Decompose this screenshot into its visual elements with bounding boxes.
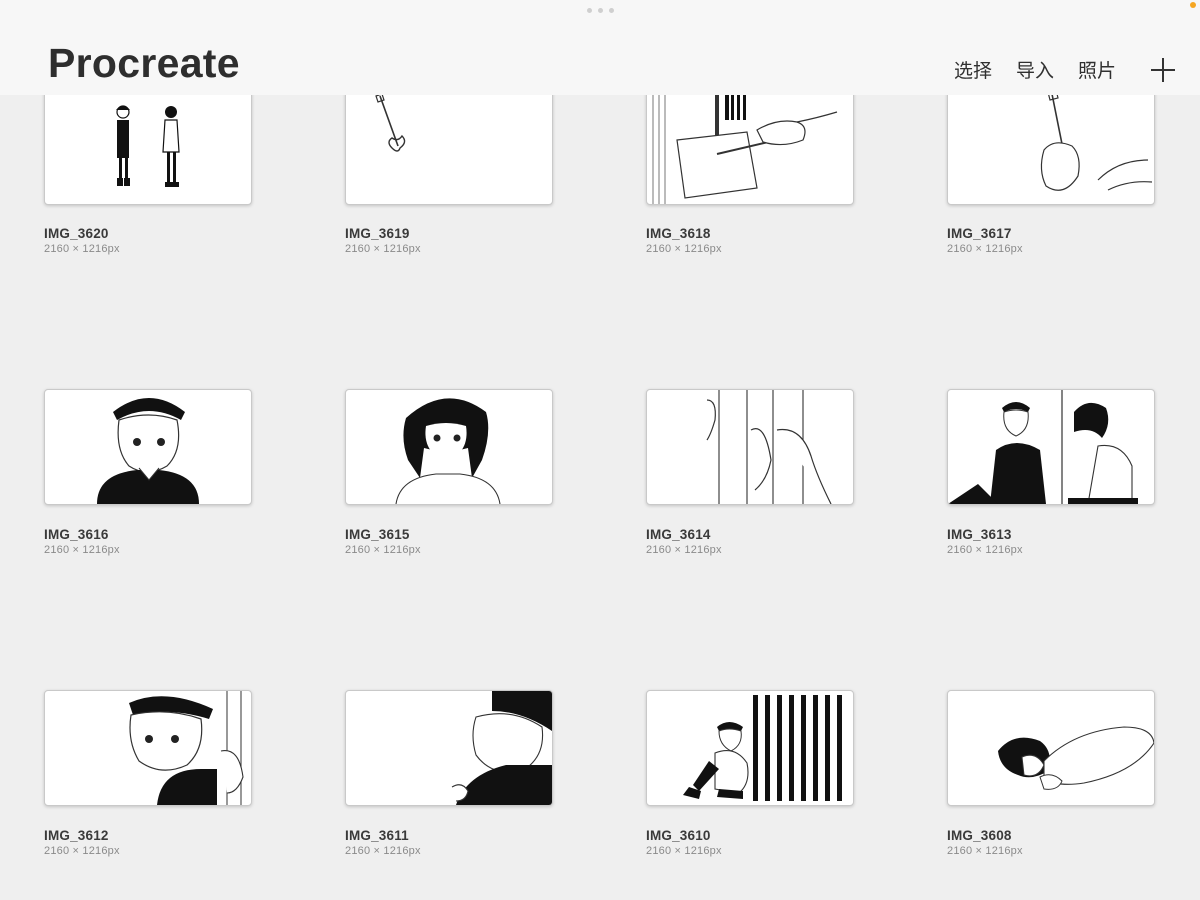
app-title: Procreate — [48, 40, 240, 86]
photo-button[interactable]: 照片 — [1078, 56, 1116, 83]
boy-behind-door-sketch — [129, 691, 244, 805]
artwork-title: IMG_3612 — [44, 828, 109, 843]
boy-portrait-sketch — [97, 398, 199, 504]
multitasking-handle[interactable] — [587, 8, 614, 13]
artwork-dimensions: 2160 × 1216px — [947, 544, 1023, 556]
artwork-dimensions: 2160 × 1216px — [646, 544, 722, 556]
status-indicator-dot — [1190, 2, 1196, 8]
artwork-dimensions: 2160 × 1216px — [947, 243, 1023, 255]
artwork-dimensions: 2160 × 1216px — [44, 243, 120, 255]
artwork-title: IMG_3619 — [345, 226, 410, 241]
artwork-thumbnail[interactable] — [345, 690, 553, 806]
artwork-title: IMG_3614 — [646, 527, 711, 542]
artwork-thumbnail[interactable] — [345, 89, 553, 205]
artwork-dimensions: 2160 × 1216px — [646, 243, 722, 255]
artwork-thumbnail[interactable] — [345, 389, 553, 505]
plus-icon[interactable] — [1150, 57, 1176, 83]
artwork-thumbnail[interactable] — [44, 690, 252, 806]
artwork-thumbnail[interactable] — [44, 89, 252, 205]
select-button[interactable]: 选择 — [954, 56, 992, 83]
artwork-title: IMG_3620 — [44, 226, 109, 241]
hands-on-bars-sketch — [706, 390, 832, 504]
artwork-thumbnail[interactable] — [44, 389, 252, 505]
artwork-dimensions: 2160 × 1216px — [345, 544, 421, 556]
key-sketch — [375, 93, 406, 152]
artwork-gallery: IMG_3620 2160 × 1216px IMG_3619 2160 × 1… — [0, 0, 1200, 900]
boy-sitting-by-bars-sketch — [683, 695, 842, 801]
boy-lying-down-sketch — [998, 726, 1154, 790]
dark-haired-boy-sketch — [395, 398, 501, 504]
artwork-title: IMG_3611 — [345, 828, 409, 843]
hand-holding-key-sketch — [1040, 90, 1153, 191]
artwork-title: IMG_3608 — [947, 828, 1012, 843]
artwork-dimensions: 2160 × 1216px — [345, 845, 421, 857]
artwork-dimensions: 2160 × 1216px — [44, 544, 120, 556]
artwork-title: IMG_3615 — [345, 527, 410, 542]
two-boys-divided-sketch — [948, 390, 1138, 504]
hand-key-lock-sketch — [652, 90, 838, 204]
import-button[interactable]: 导入 — [1016, 56, 1054, 83]
artwork-title: IMG_3610 — [646, 828, 711, 843]
artwork-thumbnail[interactable] — [646, 690, 854, 806]
artwork-thumbnail[interactable] — [646, 89, 854, 205]
two-figures-sketch — [116, 105, 180, 187]
artwork-dimensions: 2160 × 1216px — [947, 845, 1023, 857]
header-actions: 选择 导入 照片 — [954, 56, 1176, 83]
artwork-thumbnail[interactable] — [646, 389, 854, 505]
artwork-title: IMG_3618 — [646, 226, 711, 241]
artwork-title: IMG_3616 — [44, 527, 109, 542]
artwork-thumbnail[interactable] — [947, 89, 1155, 205]
artwork-dimensions: 2160 × 1216px — [646, 845, 722, 857]
artwork-title: IMG_3617 — [947, 226, 1012, 241]
artwork-thumbnail[interactable] — [947, 389, 1155, 505]
gallery-header: Procreate 选择 导入 照片 — [0, 0, 1200, 95]
artwork-title: IMG_3613 — [947, 527, 1012, 542]
artwork-dimensions: 2160 × 1216px — [44, 845, 120, 857]
artwork-dimensions: 2160 × 1216px — [345, 243, 421, 255]
boy-looking-down-sketch — [451, 691, 552, 805]
artwork-thumbnail[interactable] — [947, 690, 1155, 806]
